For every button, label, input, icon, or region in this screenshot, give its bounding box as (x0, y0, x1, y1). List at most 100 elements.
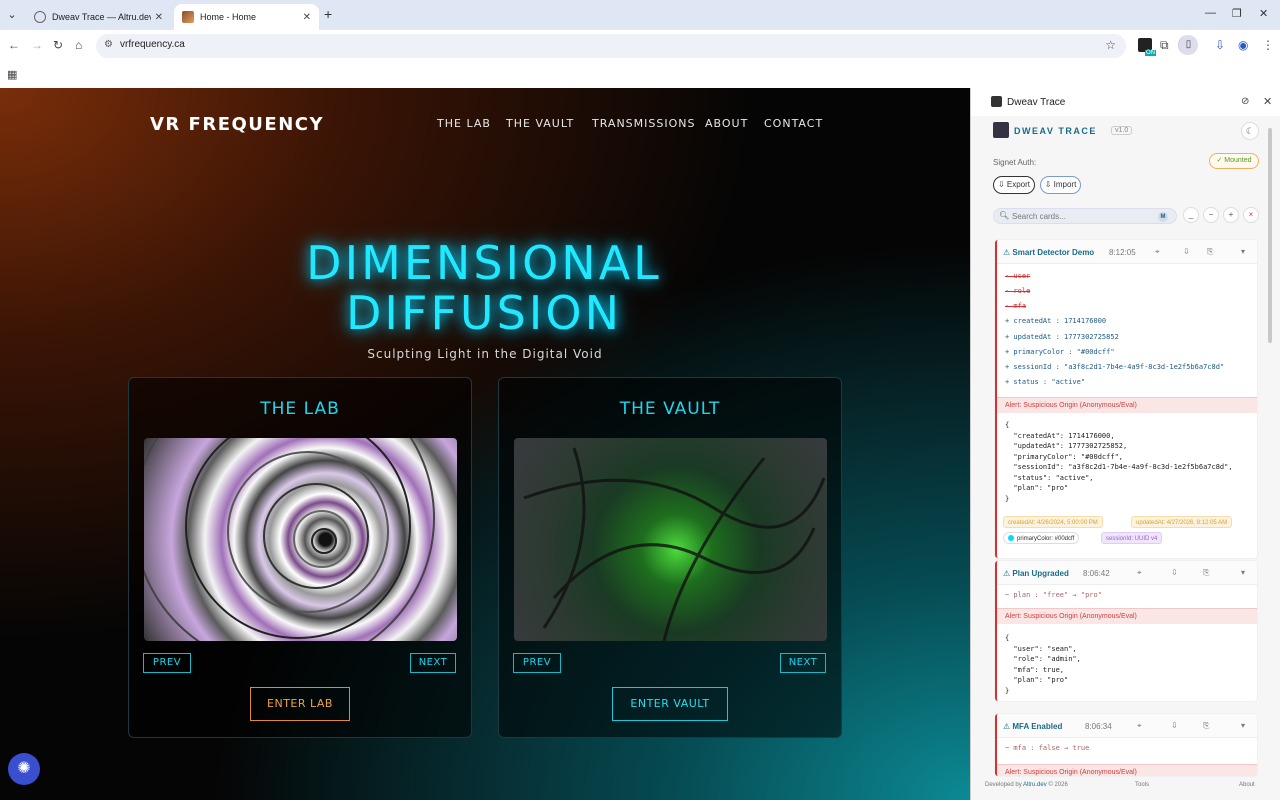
card-title: ⚠ MFA Enabled (1003, 722, 1063, 731)
pin-card-icon[interactable]: ⌖ (1137, 568, 1142, 578)
dweav-app-icon (991, 96, 1002, 107)
collapse-all-button[interactable]: − (1203, 207, 1219, 223)
diff-changed: ~ plan : "free" → "pro" (1005, 591, 1102, 599)
card-time: 8:12:05 (1109, 248, 1136, 257)
card-title: THE VAULT (619, 399, 721, 419)
card-time: 8:06:42 (1083, 569, 1110, 578)
collapse-card-icon[interactable]: ▾ (1241, 568, 1245, 577)
nav-about[interactable]: ABOUT (705, 117, 748, 130)
search-icon: 🔍︎ (999, 211, 1010, 220)
card-title: ⚠ Smart Detector Demo (1003, 248, 1095, 257)
download-icon[interactable]: ⇩ (1215, 38, 1225, 52)
search-cards-field[interactable]: 🔍︎ Search cards... M (993, 208, 1177, 224)
collapse-card-icon[interactable]: ▾ (1241, 247, 1245, 256)
card-header[interactable]: ⚠ Smart Detector Demo 8:12:05 ⌖ ⇩ ⎘ ▾ (997, 240, 1257, 264)
extensions-puzzle-icon[interactable]: ⧉ (1160, 38, 1169, 53)
tab-search-icon[interactable]: ⌄ (4, 6, 20, 24)
diff-added: + status : "active" (1005, 378, 1086, 386)
hero-title-line1: DIMENSIONAL (306, 236, 662, 290)
search-placeholder: Search cards... (1012, 212, 1066, 221)
vault-card: THE VAULT PREV NEXT ENTER VAULT (498, 377, 842, 738)
copy-card-icon[interactable]: ⎘ (1203, 568, 1209, 578)
export-button[interactable]: ⇩ Export (993, 176, 1035, 194)
card-header[interactable]: ⚠ MFA Enabled 8:06:34 ⌖ ⇩ ⎘ ▾ (997, 714, 1257, 738)
lab-prev-button[interactable]: PREV (143, 653, 191, 673)
site-info-icon[interactable]: ⚙ (104, 39, 113, 50)
pin-card-icon[interactable]: ⌖ (1155, 247, 1160, 257)
theme-toggle-moon-icon[interactable]: ☾ (1241, 122, 1259, 140)
nav-the-vault[interactable]: THE VAULT (506, 117, 574, 130)
cookie-settings-icon[interactable]: ✺ (8, 753, 40, 785)
panel-window-title: Dweav Trace (1007, 97, 1066, 108)
clear-cards-button[interactable]: × (1243, 207, 1259, 223)
lab-next-button[interactable]: NEXT (410, 653, 456, 673)
enter-vault-button[interactable]: ENTER VAULT (612, 687, 728, 721)
forward-icon[interactable]: → (31, 38, 43, 52)
tab-dweav-trace[interactable]: Dweav Trace — Altru.dev | Stat ✕ (26, 4, 171, 30)
trace-card-mfa-enabled: ⚠ MFA Enabled 8:06:34 ⌖ ⇩ ⎘ ▾ ~ mfa : fa… (995, 714, 1257, 776)
restore-icon[interactable]: ❐ (1232, 7, 1242, 20)
version-badge: v1.0 (1111, 126, 1133, 135)
unpin-icon[interactable]: ⊘ (1241, 96, 1249, 107)
tab-home[interactable]: Home - Home ✕ (174, 4, 319, 30)
nav-the-lab[interactable]: THE LAB (437, 117, 491, 130)
back-icon[interactable]: ← (8, 38, 20, 52)
trace-card-plan-upgraded: ⚠ Plan Upgraded 8:06:42 ⌖ ⇩ ⎘ ▾ ~ plan :… (995, 561, 1257, 701)
copy-card-icon[interactable]: ⎘ (1207, 247, 1213, 257)
extension-on-icon[interactable]: ON (1138, 38, 1156, 56)
close-panel-icon[interactable]: ✕ (1263, 95, 1272, 108)
pin-card-icon[interactable]: ⌖ (1137, 721, 1142, 731)
close-tab-icon[interactable]: ✕ (155, 12, 163, 23)
card-title: THE LAB (260, 399, 340, 419)
download-card-icon[interactable]: ⇩ (1183, 247, 1190, 256)
enter-lab-button[interactable]: ENTER LAB (250, 687, 350, 721)
home-icon[interactable]: ⌂ (75, 38, 82, 52)
json-snapshot: { "user": "sean", "role": "admin", "mfa"… (1005, 634, 1081, 695)
tools-link[interactable]: Tools (1135, 782, 1149, 788)
profile-icon[interactable]: ◉ (1238, 38, 1248, 52)
dweav-trace-side-panel: Dweav Trace ⊘ ✕ DWEAV TRACE v1.0 ☾ Signe… (970, 88, 1280, 800)
copy-card-icon[interactable]: ⎘ (1203, 721, 1209, 731)
download-card-icon[interactable]: ⇩ (1171, 721, 1178, 730)
globe-icon (34, 11, 46, 23)
panel-scrollbar[interactable] (1267, 128, 1273, 788)
diff-added: + updatedAt : 1777302725852 (1005, 333, 1119, 341)
extension-name: DWEAV TRACE (1014, 126, 1097, 136)
session-id-chip: sessionId: UUID v4 (1101, 532, 1163, 544)
trace-card-smart-detector: ⚠ Smart Detector Demo 8:12:05 ⌖ ⇩ ⎘ ▾ - … (995, 240, 1257, 558)
new-tab-icon[interactable]: + (324, 6, 332, 22)
bookmark-star-icon[interactable]: ☆ (1105, 38, 1116, 52)
reload-icon[interactable]: ↻ (53, 38, 63, 52)
diff-changed: ~ mfa : false → true (1005, 744, 1090, 752)
download-card-icon[interactable]: ⇩ (1171, 568, 1178, 577)
apps-grid-icon[interactable]: ▦ (7, 68, 17, 81)
card-header[interactable]: ⚠ Plan Upgraded 8:06:42 ⌖ ⇩ ⎘ ▾ (997, 561, 1257, 585)
more-menu-icon[interactable]: ⋮ (1262, 38, 1274, 52)
hero-tagline: Sculpting Light in the Digital Void (367, 347, 603, 361)
expand-all-button[interactable]: + (1223, 207, 1239, 223)
close-tab-icon[interactable]: ✕ (303, 12, 311, 23)
address-bar[interactable]: ⚙ vrfrequency.ca ☆ (96, 34, 1126, 58)
collapse-card-icon[interactable]: ▾ (1241, 721, 1245, 730)
card-title: ⚠ Plan Upgraded (1003, 569, 1069, 578)
primary-color-chip: primaryColor: #00dcff (1003, 532, 1080, 544)
developed-by-text: Developed by Altru.dev © 2026 (985, 782, 1068, 788)
vault-artwork-svg (523, 447, 826, 641)
tab-strip: ⌄ Dweav Trace — Altru.dev | Stat ✕ Home … (0, 0, 1280, 30)
close-window-icon[interactable]: ✕ (1259, 7, 1268, 20)
about-link[interactable]: About (1239, 782, 1255, 788)
nav-contact[interactable]: CONTACT (764, 117, 823, 130)
scrollbar-thumb[interactable] (1268, 128, 1272, 343)
side-panel-icon[interactable]: ▯ (1178, 35, 1198, 55)
site-logo[interactable]: VR FREQUENCY (150, 114, 324, 135)
altru-dev-link[interactable]: Altru.dev (1023, 782, 1047, 788)
nav-transmissions[interactable]: TRANSMISSIONS (592, 117, 695, 130)
minimize-cards-button[interactable]: _ (1183, 207, 1199, 223)
panel-header: Dweav Trace ⊘ ✕ (971, 88, 1280, 116)
vault-prev-button[interactable]: PREV (513, 653, 561, 673)
import-button[interactable]: ⇩ Import (1040, 176, 1081, 194)
vault-next-button[interactable]: NEXT (780, 653, 826, 673)
dweav-logo-icon (993, 122, 1009, 138)
developed-suffix: © 2026 (1046, 782, 1068, 788)
minimize-icon[interactable]: — (1205, 7, 1216, 19)
